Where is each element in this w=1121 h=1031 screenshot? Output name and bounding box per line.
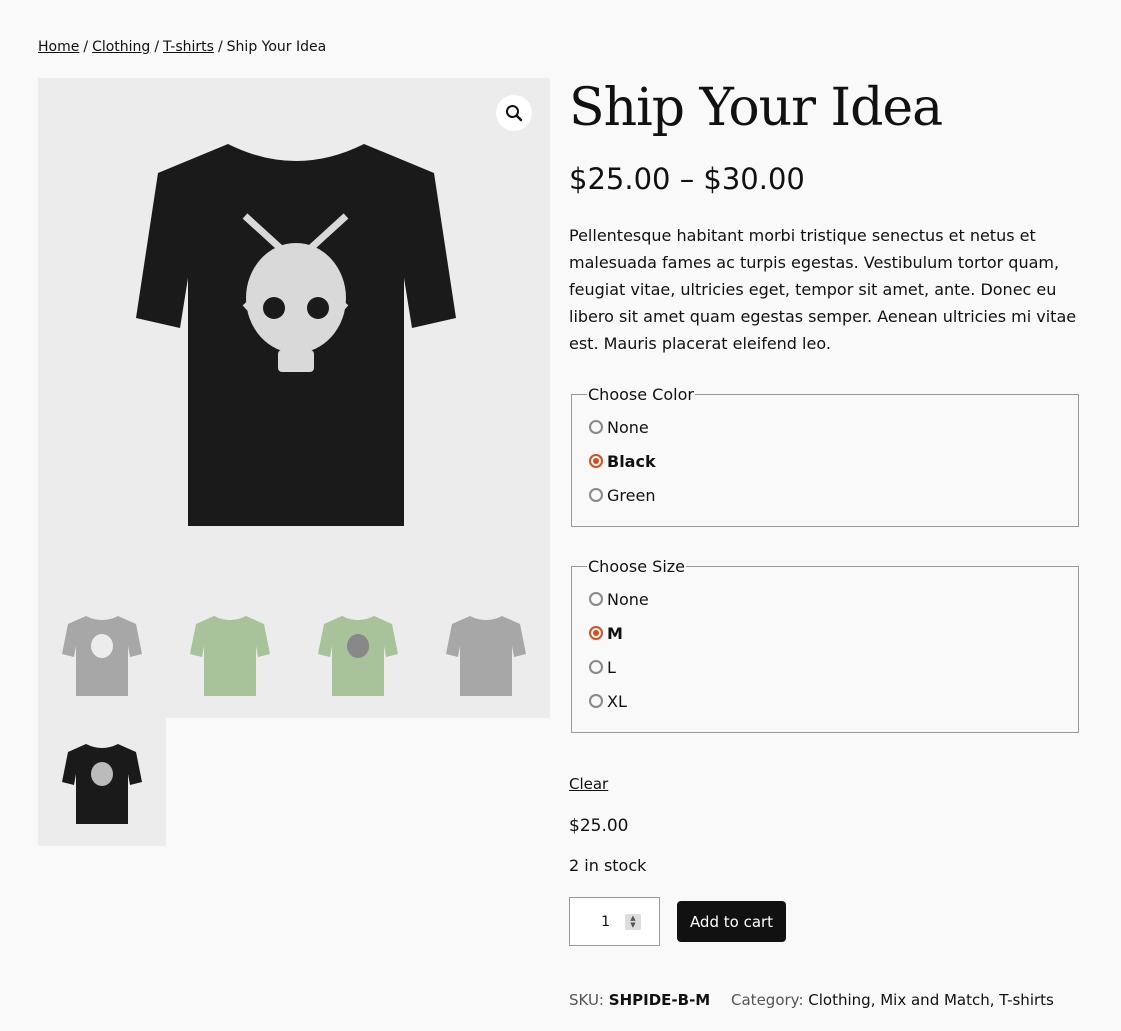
thumbnail-active[interactable] bbox=[38, 718, 166, 846]
thumbnail-strip bbox=[38, 590, 550, 846]
thumbnail[interactable] bbox=[294, 590, 422, 718]
breadcrumb-tshirts-link[interactable]: T-shirts bbox=[163, 39, 214, 55]
sku-label: SKU: bbox=[569, 991, 604, 1009]
thumbnail[interactable] bbox=[422, 590, 550, 718]
clear-link[interactable]: Clear bbox=[569, 775, 608, 793]
color-radio[interactable] bbox=[589, 488, 603, 502]
product-main-image[interactable] bbox=[38, 78, 550, 590]
sku-value: SHPIDE-B-M bbox=[608, 991, 711, 1009]
color-option-label: None bbox=[607, 417, 649, 437]
variation-price: $25.00 bbox=[569, 816, 629, 836]
color-radio[interactable] bbox=[589, 454, 603, 468]
size-option-label: XL bbox=[607, 691, 627, 711]
size-option[interactable]: None bbox=[589, 582, 1063, 616]
breadcrumb-separator: / bbox=[154, 39, 160, 55]
tshirt-thumb bbox=[62, 744, 142, 824]
color-legend: Choose Color bbox=[588, 385, 694, 404]
size-fieldset: Choose Size None M L XL bbox=[571, 557, 1079, 733]
breadcrumb-separator: / bbox=[83, 39, 89, 55]
color-option-label: Green bbox=[607, 485, 656, 505]
product-title: Ship Your Idea bbox=[569, 78, 943, 138]
add-to-cart-button[interactable]: Add to cart bbox=[677, 901, 786, 942]
size-option[interactable]: M bbox=[589, 616, 1063, 650]
size-radio[interactable] bbox=[589, 626, 603, 640]
size-legend: Choose Size bbox=[588, 557, 685, 576]
breadcrumb-current: Ship Your Idea bbox=[226, 39, 327, 55]
size-radio[interactable] bbox=[589, 592, 603, 606]
quantity-input[interactable]: 1 ▲ ▼ bbox=[569, 897, 660, 946]
breadcrumb-home-link[interactable]: Home bbox=[38, 39, 79, 55]
breadcrumb: Home / Clothing / T-shirts / Ship Your Idea bbox=[38, 39, 326, 55]
product-gallery bbox=[38, 78, 550, 846]
tshirt-thumb bbox=[446, 616, 526, 696]
product-description: Pellentesque habitant morbi tristique se… bbox=[569, 226, 1077, 353]
color-option[interactable]: Black bbox=[589, 444, 1063, 478]
size-option[interactable]: XL bbox=[589, 684, 1063, 718]
color-fieldset: Choose Color None Black Green bbox=[571, 385, 1079, 527]
breadcrumb-separator: / bbox=[217, 39, 223, 55]
category-link[interactable]: Mix and Match bbox=[880, 991, 990, 1009]
size-radio[interactable] bbox=[589, 694, 603, 708]
chevron-down-icon[interactable]: ▼ bbox=[630, 921, 635, 929]
zoom-button[interactable] bbox=[496, 95, 532, 131]
category-link[interactable]: T-shirts bbox=[999, 991, 1054, 1009]
color-radio[interactable] bbox=[589, 420, 603, 434]
color-option[interactable]: Green bbox=[589, 478, 1063, 512]
quantity-value: 1 bbox=[601, 913, 610, 930]
size-option-label: None bbox=[607, 589, 649, 609]
price-range: $25.00 – $30.00 bbox=[569, 162, 805, 196]
size-radio[interactable] bbox=[589, 660, 603, 674]
product-meta: SKU: SHPIDE-B-M Category: Clothing, Mix … bbox=[569, 991, 1054, 1009]
tshirt-thumb bbox=[190, 616, 270, 696]
stock-status: 2 in stock bbox=[569, 856, 647, 875]
color-option-label: Black bbox=[607, 451, 656, 471]
color-option[interactable]: None bbox=[589, 410, 1063, 444]
category-label: Category: bbox=[731, 991, 804, 1009]
magnifier-icon bbox=[506, 105, 523, 122]
product-summary: Ship Your Idea $25.00 – $30.00 Pellentes… bbox=[569, 78, 1079, 1009]
category-link[interactable]: Clothing bbox=[808, 991, 870, 1009]
thumbnail[interactable] bbox=[166, 590, 294, 718]
size-option-label: M bbox=[607, 623, 623, 643]
size-option-label: L bbox=[607, 657, 616, 677]
quantity-stepper[interactable]: ▲ ▼ bbox=[625, 913, 641, 930]
tshirt-thumb bbox=[318, 616, 398, 696]
size-option[interactable]: L bbox=[589, 650, 1063, 684]
thumbnail[interactable] bbox=[38, 590, 166, 718]
tshirt-image bbox=[136, 144, 456, 526]
breadcrumb-clothing-link[interactable]: Clothing bbox=[92, 39, 150, 55]
tshirt-thumb bbox=[62, 616, 142, 696]
